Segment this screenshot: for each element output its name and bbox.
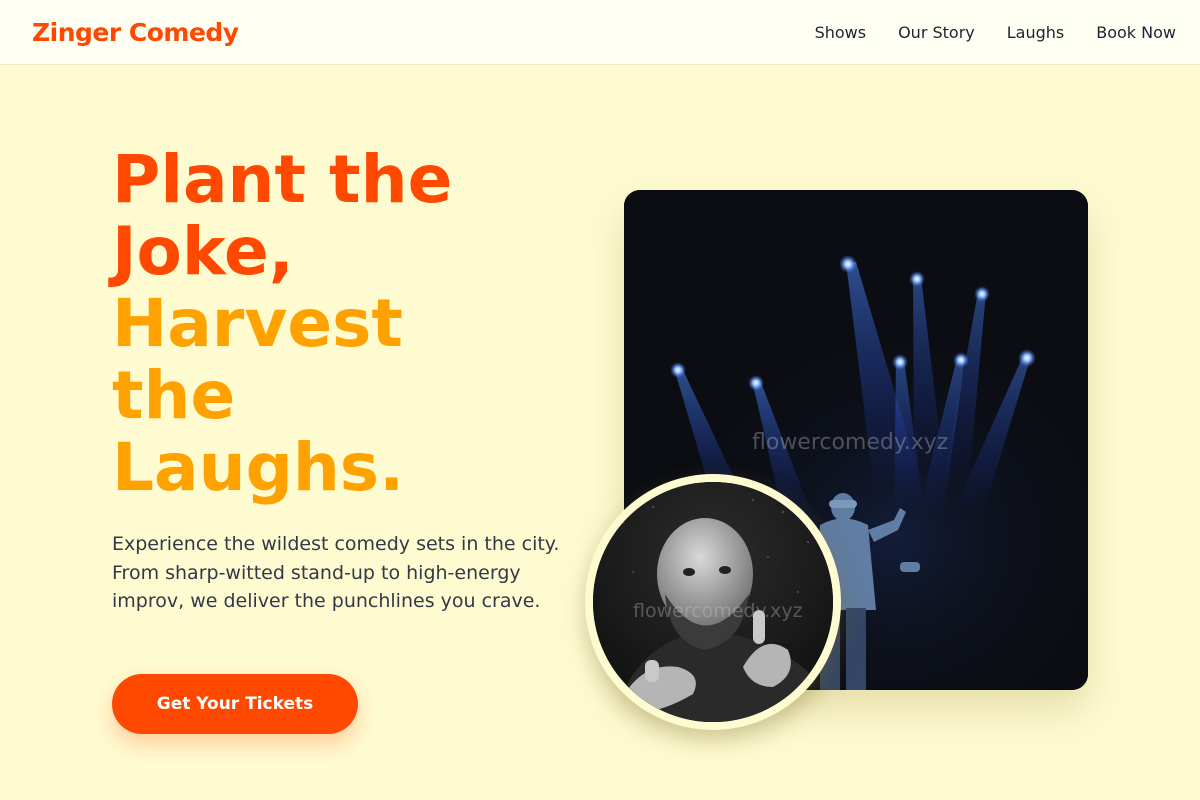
nav-our-story[interactable]: Our Story [898,23,975,42]
hero-title-line-2: Joke, [112,213,294,290]
stage-photo-watermark: flowercomedy.xyz [752,430,949,455]
comedian-portrait: flowercomedy.xyz [585,474,841,730]
main-nav: Shows Our Story Laughs Book Now [783,23,1176,42]
hero-title-line-5: Laughs. [112,429,405,506]
hero-title: Plant the Joke, Harvest the Laughs. [112,144,572,504]
nav-shows[interactable]: Shows [815,23,867,42]
hero-title-line-4: the [112,357,236,434]
site-header: Zinger Comedy Shows Our Story Laughs Boo… [0,0,1200,65]
nav-book-now[interactable]: Book Now [1096,23,1176,42]
brand-logo[interactable]: Zinger Comedy [32,18,239,47]
hero-title-line-3: Harvest [112,285,403,362]
nav-laughs[interactable]: Laughs [1007,23,1065,42]
hero-title-line-1: Plant the [112,141,453,218]
get-tickets-button[interactable]: Get Your Tickets [112,674,358,734]
portrait-watermark: flowercomedy.xyz [633,600,803,622]
hero-description: Experience the wildest comedy sets in th… [112,533,560,612]
